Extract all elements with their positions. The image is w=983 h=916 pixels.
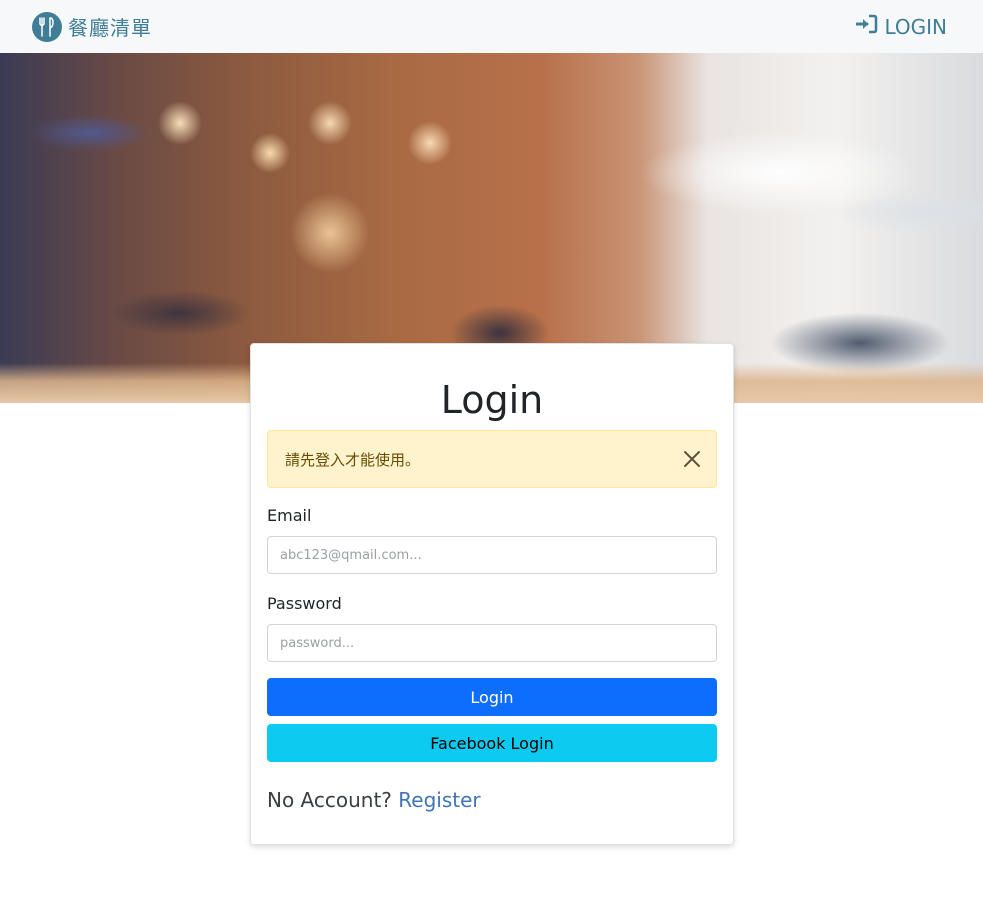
register-link[interactable]: Register: [398, 788, 480, 812]
brand-link[interactable]: 餐廳清單: [32, 11, 152, 42]
email-field[interactable]: [267, 536, 717, 574]
facebook-login-button[interactable]: Facebook Login: [267, 724, 717, 762]
nav-login-link[interactable]: LOGIN: [855, 14, 947, 39]
warning-alert: 請先登入才能使用。: [267, 430, 717, 488]
alert-message: 請先登入才能使用。: [285, 450, 421, 469]
password-label: Password: [267, 594, 342, 613]
login-title: Login: [440, 378, 544, 422]
login-card: Login 請先登入才能使用。 Email Password Login Fac…: [250, 343, 734, 845]
sign-in-icon: [855, 14, 878, 39]
nav-login-label: LOGIN: [884, 14, 947, 39]
no-account-text: No Account?: [267, 788, 392, 812]
password-field[interactable]: [267, 624, 717, 662]
brand-title: 餐廳清單: [68, 16, 152, 40]
utensils-icon: [32, 11, 62, 42]
navbar: 餐廳清單 LOGIN: [0, 0, 983, 53]
no-account-prompt: No Account? Register: [267, 788, 717, 812]
close-icon[interactable]: [682, 449, 702, 469]
email-label: Email: [267, 506, 312, 525]
login-button[interactable]: Login: [267, 678, 717, 716]
